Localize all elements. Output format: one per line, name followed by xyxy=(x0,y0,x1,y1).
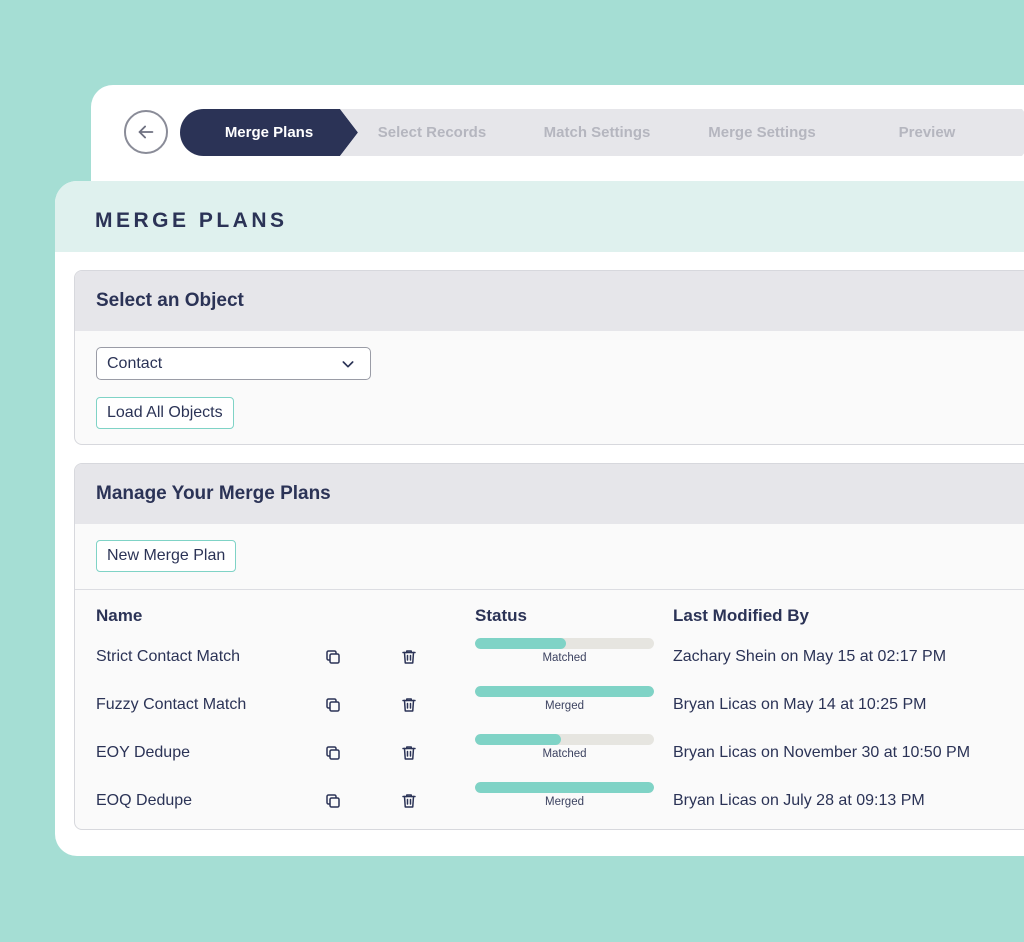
main-panel: MERGE PLANS Select an Object Contact Loa… xyxy=(55,181,1024,856)
divider xyxy=(75,589,1024,590)
status-bar-fill xyxy=(475,638,567,649)
object-select-value: Contact xyxy=(107,354,163,372)
column-header-status: Status xyxy=(475,606,527,625)
status-label: Matched xyxy=(542,652,587,664)
status-label: Merged xyxy=(545,796,584,808)
column-header-name: Name xyxy=(96,606,143,625)
table-row: EOQ Dedupe Merged Bryan Licas on July 28… xyxy=(75,782,1024,829)
arrow-left-icon xyxy=(138,125,154,139)
object-select[interactable]: Contact xyxy=(96,347,371,380)
copy-icon[interactable] xyxy=(322,646,344,668)
status-bar xyxy=(475,734,654,745)
trash-icon[interactable] xyxy=(398,646,420,668)
new-merge-plan-button[interactable]: New Merge Plan xyxy=(96,540,237,572)
status-bar xyxy=(475,782,654,793)
plan-name[interactable]: Strict Contact Match xyxy=(96,648,240,666)
manage-plans-heading: Manage Your Merge Plans xyxy=(75,464,1024,524)
trash-icon[interactable] xyxy=(398,790,420,812)
panel-header: MERGE PLANS xyxy=(55,181,1024,252)
status-bar-fill xyxy=(475,686,654,697)
trash-icon[interactable] xyxy=(398,742,420,764)
page-title: MERGE PLANS xyxy=(95,209,288,232)
table-row: EOY Dedupe Matched Bryan Licas on Novemb… xyxy=(75,734,1024,782)
last-modified: Bryan Licas on November 30 at 10:50 PM xyxy=(673,744,971,761)
status-label: Matched xyxy=(542,748,587,760)
status-bar-fill xyxy=(475,734,561,745)
step-select-records[interactable]: Select Records xyxy=(340,109,524,156)
last-modified: Zachary Shein on May 15 at 02:17 PM xyxy=(673,648,947,665)
plan-name[interactable]: EOQ Dedupe xyxy=(96,792,192,810)
status-bar xyxy=(475,686,654,697)
step-merge-plans[interactable]: Merge Plans xyxy=(180,109,358,156)
last-modified: Bryan Licas on July 28 at 09:13 PM xyxy=(673,792,925,809)
step-preview[interactable]: Preview xyxy=(835,109,1019,156)
back-button[interactable] xyxy=(124,110,168,154)
table-row: Strict Contact Match Matched Zachary She… xyxy=(75,638,1024,686)
load-all-objects-button[interactable]: Load All Objects xyxy=(96,397,234,429)
step-merge-settings[interactable]: Merge Settings xyxy=(670,109,854,156)
select-object-heading: Select an Object xyxy=(75,271,1024,331)
trash-icon[interactable] xyxy=(398,694,420,716)
table-row: Fuzzy Contact Match Merged Bryan Licas o… xyxy=(75,686,1024,734)
plan-name[interactable]: Fuzzy Contact Match xyxy=(96,696,246,714)
plan-name[interactable]: EOY Dedupe xyxy=(96,744,190,762)
manage-plans-section: Manage Your Merge Plans New Merge Plan N… xyxy=(74,463,1024,830)
copy-icon[interactable] xyxy=(322,742,344,764)
status-bar-fill xyxy=(475,782,654,793)
select-object-section: Select an Object Contact Load All Object… xyxy=(74,270,1024,445)
column-header-modified: Last Modified By xyxy=(673,606,810,625)
step-match-settings[interactable]: Match Settings xyxy=(505,109,689,156)
last-modified: Bryan Licas on May 14 at 10:25 PM xyxy=(673,696,927,713)
copy-icon[interactable] xyxy=(322,694,344,716)
status-label: Merged xyxy=(545,700,584,712)
chevron-down-icon xyxy=(342,360,354,367)
copy-icon[interactable] xyxy=(322,790,344,812)
status-bar xyxy=(475,638,654,649)
